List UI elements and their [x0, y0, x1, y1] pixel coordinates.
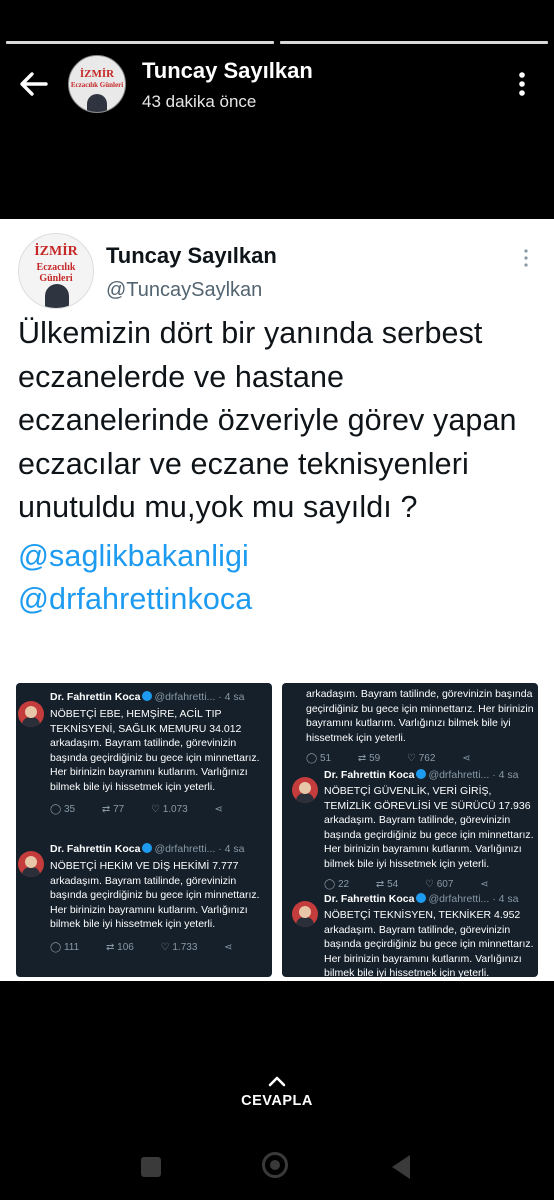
tweet-more-icon: [521, 248, 531, 268]
author-name[interactable]: Tuncay Sayılkan: [142, 58, 313, 84]
mention-saglikbakanligi: @saglikbakanligi: [18, 538, 249, 573]
reply-button[interactable]: CEVAPLA: [227, 1074, 327, 1124]
embedded-tweet: Dr. Fahrettin Koca @drfahretti... · 4 sa …: [50, 691, 272, 815]
embedded-tweet-text: NÖBETÇİ HEKİM VE DİŞ HEKİMİ 7.777 arkada…: [50, 860, 260, 930]
back-nav-button[interactable]: [392, 1155, 410, 1179]
tweet-author-handle: @TuncaySaylkan: [106, 279, 263, 301]
embedded-tweet: arkadaşım. Bayram tatilinde, görevinizin…: [306, 687, 534, 764]
verified-icon: [416, 893, 427, 904]
reply-count: 35: [63, 804, 76, 815]
embedded-author-name: Dr. Fahrettin Koca: [324, 769, 415, 781]
author-avatar[interactable]: İZMİR Eczacılık Günleri: [68, 55, 126, 113]
comment-icon: ◯: [50, 941, 62, 953]
recent-apps-button[interactable]: [141, 1157, 161, 1177]
embedded-tweet: Dr. Fahrettin Koca @drfahretti... · 4 sa …: [324, 893, 536, 977]
retweet-count: 77: [113, 804, 125, 815]
heart-icon: ♡: [424, 879, 434, 890]
share-icon: ⋖: [480, 879, 489, 890]
mention-drfahrettinkoca: @drfahrettinkoca: [18, 582, 253, 616]
like-count: 607: [436, 879, 454, 890]
story-progress-2: [280, 41, 548, 44]
share-icon: ⋖: [224, 941, 233, 953]
embedded-author-handle: @drfahretti... · 4 sa: [428, 769, 519, 781]
reply-label: CEVAPLA: [241, 1093, 313, 1109]
embedded-author-handle: @drfahretti... · 4 sa: [154, 843, 245, 855]
retweet-icon: ⇄: [101, 804, 111, 815]
post-time: 43 dakika önce: [142, 92, 257, 111]
chevron-up-icon: [268, 1076, 286, 1087]
retweet-count: 54: [387, 879, 399, 890]
reply-count: 51: [319, 753, 332, 764]
verified-icon: [142, 691, 153, 702]
verified-icon: [416, 769, 427, 780]
like-count: 762: [418, 753, 436, 764]
embedded-tweet-stats: ◯ 22 ⇄ 54 ♡ 607 ⋖: [324, 879, 536, 890]
embedded-tweet: Dr. Fahrettin Koca @drfahretti... · 4 sa …: [50, 843, 272, 953]
embedded-tweet-text: NÖBETÇİ GÜVENLİK, VERİ GİRİŞ, TEMİZLİK G…: [324, 785, 534, 870]
more-vertical-icon: [519, 72, 525, 96]
avatar-logo-line1: İZMİR: [79, 68, 115, 80]
like-count: 1.733: [172, 941, 198, 953]
retweet-icon: ⇄: [105, 941, 115, 953]
heart-icon: ♡: [160, 941, 170, 953]
tweet-text: Ülkemizin dört bir yanında serbest eczan…: [18, 316, 517, 524]
embedded-tweet-stats: ◯ 35 ⇄ 77 ♡ 1.073 ⋖: [50, 804, 272, 815]
retweet-icon: ⇄: [375, 879, 385, 890]
reply-count: 22: [337, 879, 350, 890]
embedded-tweet-text: NÖBETÇİ EBE, HEMŞİRE, ACİL TIP TEKNİSYEN…: [50, 708, 260, 793]
tweet-avatar-logo-line1: İZMİR: [34, 244, 78, 259]
retweet-count: 59: [369, 753, 381, 764]
embedded-tweet-text: NÖBETÇİ TEKNİSYEN, TEKNİKER 4.952 arkada…: [324, 909, 534, 977]
embedded-tweet-stats: ◯ 111 ⇄ 106 ♡ 1.733 ⋖: [50, 942, 272, 953]
comment-icon: ◯: [306, 753, 318, 764]
more-options-button[interactable]: [512, 70, 532, 98]
embedded-tweet-text: arkadaşım. Bayram tatilinde, görevinizin…: [306, 688, 534, 744]
comment-icon: ◯: [324, 879, 336, 890]
share-icon: ⋖: [462, 753, 471, 764]
share-icon: ⋖: [214, 804, 223, 815]
embedded-author-name: Dr. Fahrettin Koca: [50, 843, 141, 855]
heart-icon: ♡: [406, 753, 416, 764]
embedded-author-handle: @drfahretti... · 4 sa: [154, 691, 245, 703]
retweet-count: 106: [117, 941, 134, 953]
heart-icon: ♡: [150, 804, 160, 815]
story-progress-1: [6, 41, 274, 44]
reply-count: 111: [63, 941, 80, 953]
arrow-left-icon: [20, 72, 48, 96]
embedded-tweet: Dr. Fahrettin Koca @drfahretti... · 4 sa …: [324, 769, 536, 890]
embedded-tweet-stats: ◯ 51 ⇄ 59 ♡ 762 ⋖: [306, 753, 534, 764]
like-count: 1.073: [162, 804, 188, 815]
back-button[interactable]: [16, 68, 52, 100]
embedded-image-left: Dr. Fahrettin Koca @drfahretti... · 4 sa …: [16, 683, 272, 977]
avatar-logo-line2: Eczacılık Günleri: [70, 81, 124, 89]
retweet-icon: ⇄: [357, 753, 367, 764]
embedded-author-name: Dr. Fahrettin Koca: [324, 893, 415, 905]
tweet-author-name: Tuncay Sayılkan: [106, 243, 277, 268]
embedded-author-name: Dr. Fahrettin Koca: [50, 691, 141, 703]
tweet-avatar-logo-line2: Eczacılık Günleri: [36, 262, 76, 284]
verified-icon: [142, 843, 153, 854]
embedded-avatar: [292, 777, 318, 803]
embedded-author-handle: @drfahretti... · 4 sa: [428, 893, 519, 905]
embedded-avatar: [18, 851, 44, 877]
embedded-image-right: arkadaşım. Bayram tatilinde, görevinizin…: [282, 683, 538, 977]
embedded-avatar: [18, 701, 44, 727]
home-button[interactable]: [262, 1152, 288, 1178]
embedded-avatar: [292, 901, 318, 927]
tweet-avatar: İZMİR Eczacılık Günleri: [18, 233, 94, 309]
comment-icon: ◯: [50, 804, 62, 815]
tweet-body: Ülkemizin dört bir yanında serbest eczan…: [18, 312, 538, 622]
